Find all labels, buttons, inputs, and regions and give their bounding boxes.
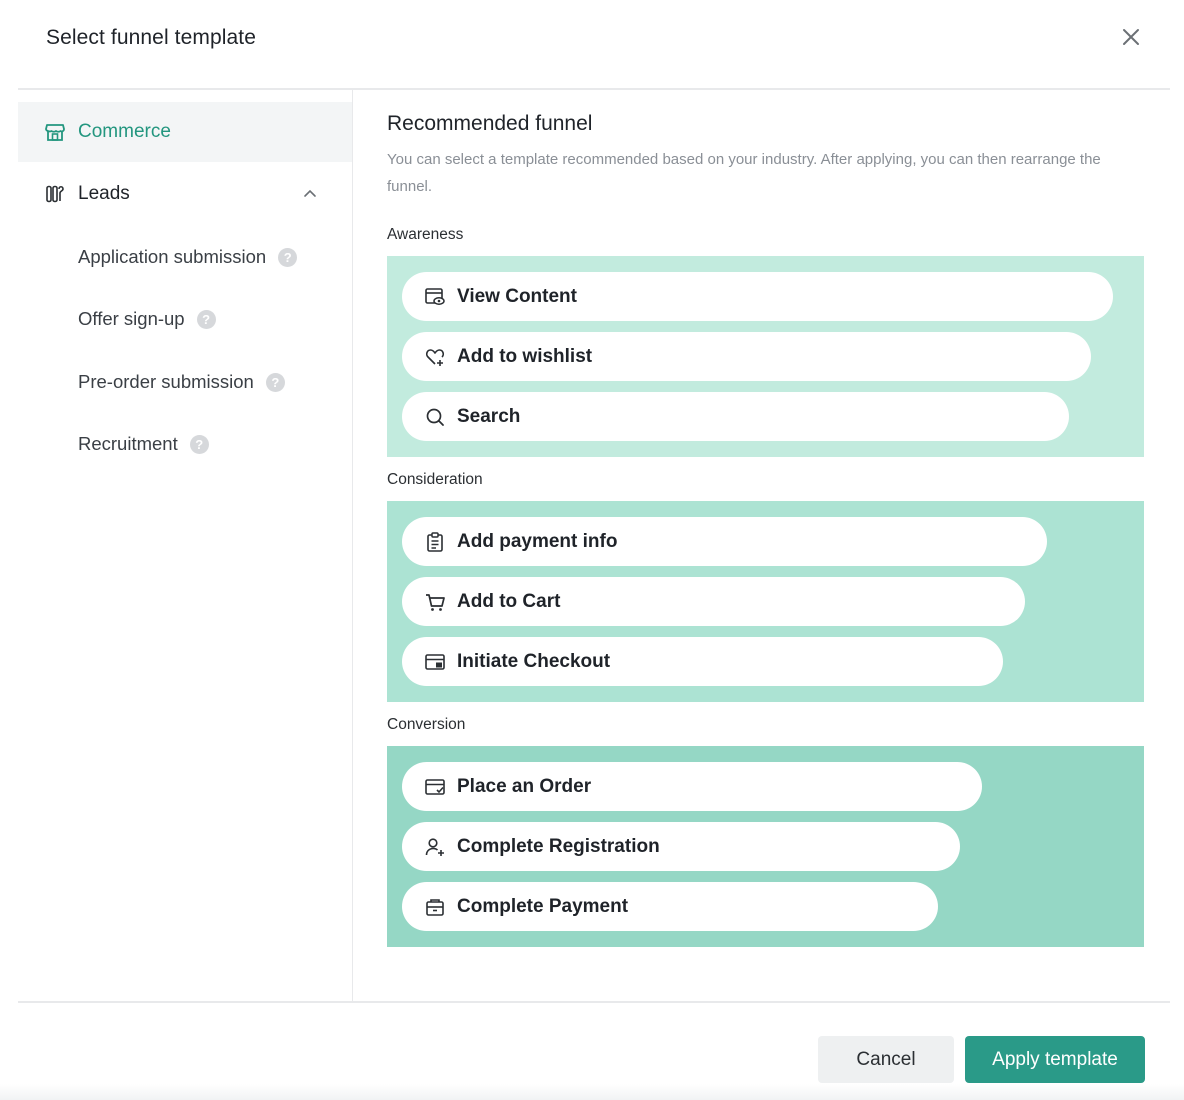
order-icon bbox=[424, 776, 446, 798]
funnel-event-label: Search bbox=[457, 405, 521, 427]
stage-label-conversion: Conversion bbox=[387, 716, 466, 733]
help-icon[interactable]: ? bbox=[196, 309, 216, 329]
help-icon[interactable]: ? bbox=[189, 434, 209, 454]
cart-icon bbox=[424, 591, 446, 613]
help-icon[interactable]: ? bbox=[265, 372, 285, 392]
funnel-event-label: Place an Order bbox=[457, 775, 592, 797]
sidebar-divider bbox=[352, 90, 353, 1001]
help-icon[interactable]: ? bbox=[278, 247, 298, 267]
stage-label-awareness: Awareness bbox=[387, 226, 464, 243]
funnel-event-add-to-wishlist[interactable]: Add to wishlist bbox=[402, 332, 1091, 381]
user-add-icon bbox=[424, 836, 446, 858]
sidebar-item-label: Commerce bbox=[78, 121, 171, 142]
close-button[interactable] bbox=[1118, 24, 1144, 50]
sidebar-subitem-label: Offer sign-up bbox=[78, 308, 185, 329]
sidebar-subitem-label: Recruitment bbox=[78, 433, 178, 454]
sidebar-subitem-label: Application submission bbox=[78, 246, 267, 267]
funnel-event-complete-payment[interactable]: Complete Payment bbox=[402, 882, 938, 931]
leads-icon bbox=[44, 183, 66, 205]
close-icon bbox=[1123, 29, 1139, 45]
funnel-event-view-content[interactable]: View Content bbox=[402, 272, 1113, 321]
chevron-up-icon[interactable] bbox=[302, 186, 318, 202]
stage-label-consideration: Consideration bbox=[387, 471, 483, 488]
store-icon bbox=[44, 121, 66, 143]
sidebar-subitem-application-submission[interactable]: Application submission ? bbox=[78, 242, 298, 272]
template-category-sidebar: Commerce Leads Application submission ? bbox=[18, 90, 353, 1001]
funnel-event-label: View Content bbox=[457, 285, 577, 307]
apply-template-button[interactable]: Apply template bbox=[965, 1036, 1145, 1083]
funnel-event-label: Add to wishlist bbox=[457, 345, 593, 367]
funnel-event-label: Add to Cart bbox=[457, 590, 561, 612]
funnel-event-initiate-checkout[interactable]: Initiate Checkout bbox=[402, 637, 1003, 686]
stage-awareness: View Content Add to wishlist Search bbox=[387, 256, 1144, 457]
recommended-funnel-description: You can select a template recommended ba… bbox=[387, 151, 1101, 195]
wallet-icon bbox=[424, 896, 446, 918]
recommended-funnel-heading: Recommended funnel bbox=[387, 112, 593, 135]
funnel-event-add-to-cart[interactable]: Add to Cart bbox=[402, 577, 1025, 626]
modal-title: Select funnel template bbox=[46, 26, 256, 49]
clipboard-icon bbox=[424, 531, 446, 553]
view-content-icon bbox=[424, 286, 446, 308]
funnel-template-modal: Select funnel template Commerce Leads Ap… bbox=[0, 0, 1184, 1100]
sidebar-subitem-offer-sign-up[interactable]: Offer sign-up ? bbox=[78, 304, 216, 334]
sidebar-item-commerce[interactable]: Commerce bbox=[18, 102, 353, 162]
sidebar-item-label: Leads bbox=[78, 183, 130, 204]
funnel-event-label: Initiate Checkout bbox=[457, 650, 611, 672]
footer-shadow bbox=[0, 1084, 1184, 1100]
modal-header: Select funnel template bbox=[0, 0, 1184, 88]
sidebar-item-leads[interactable]: Leads bbox=[18, 164, 353, 224]
cancel-button[interactable]: Cancel bbox=[818, 1036, 954, 1083]
wishlist-heart-icon bbox=[424, 346, 446, 368]
search-icon bbox=[424, 406, 446, 428]
sidebar-subitem-recruitment[interactable]: Recruitment ? bbox=[78, 429, 209, 459]
checkout-icon bbox=[424, 651, 446, 673]
funnel-event-place-an-order[interactable]: Place an Order bbox=[402, 762, 982, 811]
funnel-event-label: Complete Registration bbox=[457, 835, 660, 857]
funnel-event-label: Complete Payment bbox=[457, 895, 629, 917]
funnel-event-add-payment-info[interactable]: Add payment info bbox=[402, 517, 1047, 566]
sidebar-subitem-pre-order-submission[interactable]: Pre-order submission ? bbox=[78, 367, 285, 397]
footer-divider bbox=[18, 1001, 1170, 1003]
sidebar-subitem-label: Pre-order submission bbox=[78, 371, 254, 392]
funnel-event-label: Add payment info bbox=[457, 530, 618, 552]
stage-consideration: Add payment info Add to Cart Initiate Ch… bbox=[387, 501, 1144, 702]
funnel-event-complete-registration[interactable]: Complete Registration bbox=[402, 822, 960, 871]
stage-conversion: Place an Order Complete Registration Com… bbox=[387, 746, 1144, 947]
funnel-event-search[interactable]: Search bbox=[402, 392, 1069, 441]
